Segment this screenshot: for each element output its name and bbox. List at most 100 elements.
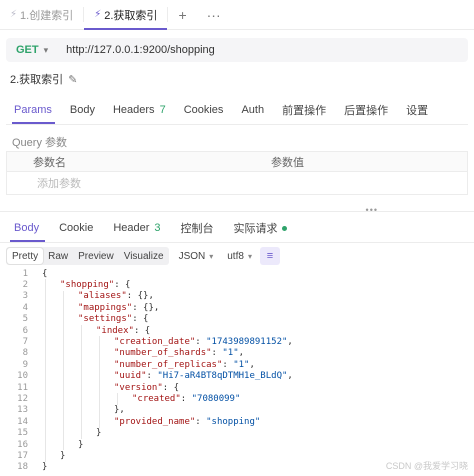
tab-settings[interactable]: 设置: [397, 98, 437, 122]
drag-handle-icon[interactable]: •••: [366, 205, 378, 215]
code-text: "created": "7080099": [42, 394, 240, 404]
json-key: "index": [96, 325, 134, 336]
wrap-lines-icon: ≡: [266, 250, 274, 262]
json-punctuation: : {},: [126, 291, 154, 302]
pencil-icon[interactable]: ✎: [68, 73, 77, 86]
tab-response-cookie[interactable]: Cookie: [49, 216, 103, 240]
line-number: 18: [17, 462, 28, 473]
view-pretty-button[interactable]: Pretty: [7, 248, 44, 264]
add-param-input[interactable]: 添加参数: [7, 172, 467, 194]
line-number: 15: [17, 428, 28, 439]
json-key: "provided_name": [114, 416, 196, 427]
line-number: 7: [22, 337, 28, 348]
code-text: "provided_name": "shopping": [42, 417, 260, 427]
code-line: 6 "index": {: [0, 325, 474, 336]
request-tab-bar: ⚡ 1.创建索引 ⚡ 2.获取索引 + ···: [0, 0, 474, 30]
json-punctuation: }: [78, 439, 84, 450]
json-string: "shopping": [206, 416, 261, 427]
json-punctuation: },: [114, 405, 125, 416]
response-body-viewer[interactable]: 1{2 "shopping": {3 "aliases": {}, 4 "mapping…: [0, 268, 474, 473]
code-line: 2 "shopping": {: [0, 279, 474, 290]
line-number: 13: [17, 405, 28, 416]
tab-actual-request[interactable]: 实际请求: [224, 216, 297, 240]
json-key: "uuid": [114, 371, 147, 382]
tab-console[interactable]: 控制台: [171, 216, 224, 240]
divider: [6, 124, 468, 125]
code-line: 12 "created": "7080099": [0, 393, 474, 404]
method-select[interactable]: GET ▾: [6, 44, 48, 56]
tab-pre-operations[interactable]: 前置操作: [273, 98, 335, 122]
code-text: "number_of_replicas": "1",: [42, 360, 255, 370]
tab-cookies[interactable]: Cookies: [175, 98, 233, 122]
tab-label: Body: [69, 104, 95, 116]
line-number: 9: [22, 359, 28, 370]
line-number: 10: [17, 371, 28, 382]
code-text: "index": {: [42, 326, 150, 336]
tab-get-index[interactable]: ⚡ 2.获取索引: [84, 0, 168, 30]
code-text: }: [42, 462, 47, 472]
json-punctuation: :: [180, 393, 192, 404]
more-tabs-button[interactable]: ···: [197, 0, 231, 29]
request-name: 2.获取索引 ✎: [10, 71, 77, 87]
add-tab-button[interactable]: +: [168, 0, 196, 29]
tab-label: Body: [14, 222, 40, 234]
code-line: 1{: [0, 268, 474, 279]
view-visualize-button[interactable]: Visualize: [119, 248, 169, 264]
code-line: 9 "number_of_replicas": "1",: [0, 359, 474, 370]
wrap-lines-button[interactable]: ≡: [259, 247, 280, 265]
tab-params[interactable]: Params: [6, 98, 61, 124]
indent-guide: [81, 325, 82, 439]
code-text: {: [42, 269, 47, 279]
format-select[interactable]: JSON ▾: [175, 247, 218, 265]
lightning-icon: ⚡: [94, 9, 102, 20]
line-number: 11: [17, 382, 28, 393]
query-params-label: Query 参数: [12, 137, 68, 149]
json-key: "creation_date": [114, 337, 196, 348]
json-punctuation: :: [195, 337, 207, 348]
chevron-down-icon: ▾: [209, 251, 214, 261]
line-number: 16: [17, 439, 28, 450]
column-param-name: 参数名: [33, 156, 66, 169]
tab-response-header[interactable]: Header 3: [103, 216, 170, 240]
code-text: "mappings": {},: [42, 303, 159, 313]
json-punctuation: ,: [287, 371, 293, 382]
tab-post-operations[interactable]: 后置操作: [335, 98, 397, 122]
indent-guide: [99, 336, 100, 428]
request-name-label: 2.获取索引: [10, 74, 64, 86]
url-bar: GET ▾ http://127.0.0.1:9200/shopping: [6, 38, 468, 62]
view-preview-button[interactable]: Preview: [73, 248, 119, 264]
tab-label: 1.创建索引: [20, 9, 74, 22]
tab-label: 2.获取索引: [104, 9, 158, 22]
encoding-select[interactable]: utf8 ▾: [223, 247, 256, 265]
tab-label: 前置操作: [282, 105, 327, 117]
code-line: 15}: [0, 427, 474, 438]
line-number: 2: [22, 280, 28, 291]
tab-create-index[interactable]: ⚡ 1.创建索引: [0, 0, 83, 29]
code-text: }: [42, 428, 101, 438]
panel-splitter[interactable]: •••: [0, 205, 474, 215]
view-raw-button[interactable]: Raw: [43, 248, 73, 264]
indent-guide: [117, 393, 118, 405]
tab-body[interactable]: Body: [61, 98, 104, 122]
json-punctuation: ,: [249, 359, 255, 370]
json-key: "shopping": [60, 280, 115, 291]
view-mode-switch: Pretty Raw Preview Visualize: [6, 247, 169, 265]
code-line: 16}: [0, 439, 474, 450]
tab-auth[interactable]: Auth: [232, 98, 273, 122]
json-punctuation: :: [195, 416, 207, 427]
url-input[interactable]: http://127.0.0.1:9200/shopping: [66, 44, 215, 56]
json-punctuation: :: [146, 371, 158, 382]
chevron-down-icon: ▾: [43, 44, 49, 55]
tab-headers[interactable]: Headers 7: [104, 98, 175, 122]
code-text: "settings": {: [42, 314, 148, 324]
code-line: 14 "provided_name": "shopping": [0, 416, 474, 427]
json-key: "aliases": [78, 291, 127, 302]
response-toolbar: Pretty Raw Preview Visualize JSON ▾ utf8…: [6, 246, 280, 266]
tab-label: Header: [113, 222, 150, 234]
json-key: "number_of_shards": [114, 348, 212, 359]
method-label: GET: [16, 44, 39, 56]
line-number: 3: [22, 291, 28, 302]
code-line: 3 "aliases": {},: [0, 291, 474, 302]
tab-response-body[interactable]: Body: [6, 216, 49, 242]
code-line: 7 "creation_date": "1743989891152",: [0, 336, 474, 347]
